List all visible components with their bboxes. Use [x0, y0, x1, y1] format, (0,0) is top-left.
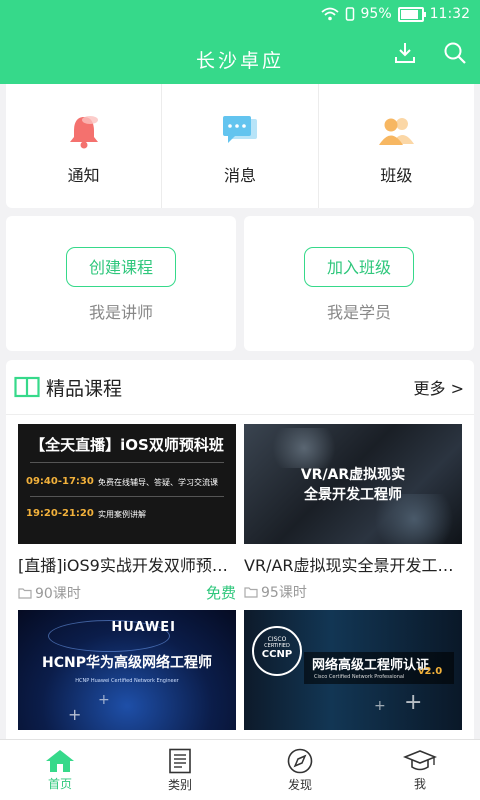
student-card: 加入班级 我是学员	[244, 216, 474, 351]
banner-headline: 网络高级工程师认证	[312, 658, 430, 673]
teacher-card: 创建课程 我是讲师	[6, 216, 236, 351]
banner-time: 19:20-21:20	[26, 508, 94, 519]
list-icon	[169, 748, 191, 773]
course-hours: 95课时	[261, 585, 307, 601]
course-meta: 95课时	[244, 582, 462, 602]
banner-time: 09:40-17:30	[26, 476, 94, 487]
folder-icon	[244, 587, 258, 598]
quick-message[interactable]: 消息	[162, 84, 319, 208]
role-subtitle: 我是讲师	[88, 303, 153, 322]
section-title: 精品课程	[46, 377, 123, 400]
course-title: VR/AR虚拟现实全景开发工程师	[244, 556, 462, 575]
course-title: [直播]iOS9实战开发双师预科班	[18, 556, 236, 575]
quick-label: 通知	[67, 166, 100, 185]
tab-label: 首页	[47, 776, 72, 791]
tab-label: 类别	[167, 777, 192, 792]
more-link[interactable]: 更多 >	[414, 375, 465, 399]
quick-label: 消息	[223, 166, 256, 185]
tab-me[interactable]: 我	[360, 740, 480, 800]
bell-icon	[69, 116, 98, 149]
chat-icon	[222, 116, 257, 143]
tab-label: 我	[413, 776, 426, 791]
book-icon	[14, 376, 40, 398]
banner-text: 免费在线辅导、答疑、学习交流课	[98, 478, 218, 487]
tab-label: 发现	[287, 777, 312, 792]
banner-text: 实用案例讲解	[98, 510, 146, 519]
course-card[interactable]: CISCO CERTIFIED CCNP 网络高级工程师认证 Cisco Cer…	[244, 610, 462, 730]
tab-category[interactable]: 类别	[120, 740, 240, 800]
featured-courses: 精品课程 更多 > 【全天直播】iOS双师预科班 09:40-17:30 免费在…	[6, 360, 474, 740]
course-thumbnail: 【全天直播】iOS双师预科班 09:40-17:30 免费在线辅导、答疑、学习交…	[18, 424, 236, 544]
tab-home[interactable]: 首页	[0, 740, 120, 800]
status-bar: 95% 11:32	[320, 4, 470, 24]
bottom-nav: 首页 类别 发现 我	[0, 739, 480, 800]
course-card[interactable]: VR/AR虚拟现实 全景开发工程师 VR/AR虚拟现实全景开发工程师 95课时	[244, 424, 462, 602]
home-icon	[46, 749, 74, 772]
section-header: 精品课程 更多 >	[6, 360, 474, 415]
banner-caption: Cisco Certified Network Professional	[314, 674, 405, 680]
quick-class[interactable]: 班级	[319, 84, 474, 208]
banner-headline: 【全天直播】iOS双师预科班	[30, 436, 224, 454]
course-card[interactable]: 【全天直播】iOS双师预科班 09:40-17:30 免费在线辅导、答疑、学习交…	[18, 424, 236, 603]
wifi-icon	[320, 7, 339, 21]
download-icon[interactable]	[392, 40, 418, 66]
role-subtitle: 我是学员	[326, 303, 391, 322]
banner-line: 全景开发工程师	[304, 487, 402, 503]
search-icon[interactable]	[442, 40, 468, 66]
banner-line: VR/AR虚拟现实	[300, 467, 406, 483]
course-thumbnail: CISCO CERTIFIED CCNP 网络高级工程师认证 Cisco Cer…	[244, 610, 462, 730]
people-icon	[379, 118, 415, 145]
quick-notification[interactable]: 通知	[6, 84, 163, 208]
quick-label: 班级	[380, 166, 413, 185]
folder-icon	[18, 587, 32, 599]
app-header: 95% 11:32 长沙卓应	[0, 0, 480, 84]
ccnp-seal: CISCO CERTIFIED CCNP	[252, 626, 302, 676]
course-thumbnail: VR/AR虚拟现实 全景开发工程师	[244, 424, 462, 544]
battery-percent: 95%	[360, 6, 392, 22]
join-class-button[interactable]: 加入班级	[304, 247, 414, 287]
banner-caption: HCNP Huawei Certified Network Engineer	[75, 678, 179, 684]
course-price: 免费	[205, 584, 236, 602]
banner-version: v2.0	[418, 666, 443, 677]
graduation-cap-icon	[403, 749, 437, 770]
banner-brand: HUAWEI	[111, 620, 176, 635]
clock: 11:32	[429, 6, 470, 22]
create-course-button[interactable]: 创建课程	[66, 247, 176, 287]
battery-icon	[397, 6, 426, 22]
course-meta: 90课时 免费	[18, 582, 236, 603]
banner-headline: HCNP华为高级网络工程师	[42, 655, 212, 671]
vibrate-icon	[345, 7, 354, 21]
course-thumbnail: HUAWEI HCNP华为高级网络工程师 HCNP Huawei Certifi…	[18, 610, 236, 730]
course-card[interactable]: HUAWEI HCNP华为高级网络工程师 HCNP Huawei Certifi…	[18, 610, 236, 730]
tab-discover[interactable]: 发现	[240, 740, 360, 800]
quick-actions: 通知 消息 班级	[6, 84, 474, 208]
compass-icon	[287, 748, 313, 773]
course-hours: 90课时	[35, 585, 81, 602]
